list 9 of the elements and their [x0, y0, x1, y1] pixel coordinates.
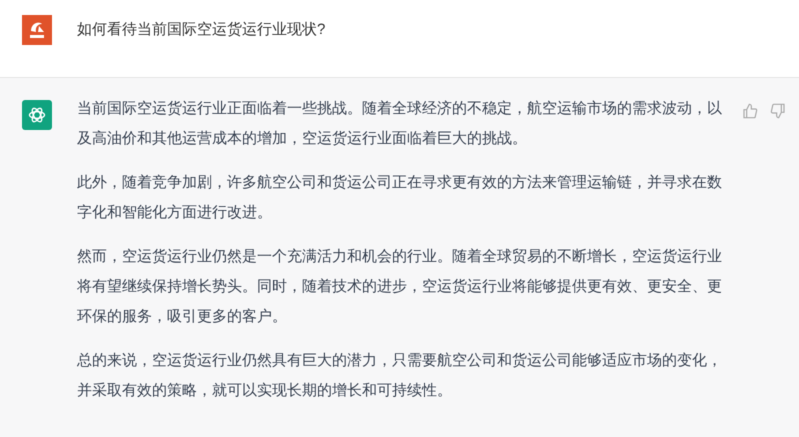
- thumbs-up-icon[interactable]: [742, 103, 758, 119]
- thumbs-down-icon[interactable]: [770, 103, 786, 119]
- logo-icon: [22, 15, 52, 45]
- answer-paragraph: 总的来说，空运货运行业仍然具有巨大的潜力，只需要航空公司和货运公司能够适应市场的变化，并采取有效的策略，就可以实现长期的增长和可持续性。: [77, 351, 723, 401]
- answer-paragraph: 然而，空运货运行业仍然是一个充满活力和机会的行业。随着全球贸易的不断增长，空运货运行业将有望继续保持增长势头。同时，随着技术的进步，空运货运行业将能够提供更有效、更安全、更环保的服务，吸引更多的客户。: [77, 247, 723, 327]
- answer-paragraph: 当前国际空运货运行业正面临着一些挑战。随着全球经济的不稳定，航空运输市场的需求波动，以及高油价和其他运营成本的增加，空运货运行业面临着巨大的挑战。: [77, 99, 723, 149]
- question-text: 如何看待当前国际空运货运行业现状?: [77, 20, 326, 40]
- assistant-logo-icon: [27, 105, 47, 125]
- answer-paragraph: 此外，随着竞争加剧，许多航空公司和货运公司正在寻求更有效的方法来管理运输链，并寻求在数字化和智能化方面进行改进。: [77, 173, 723, 223]
